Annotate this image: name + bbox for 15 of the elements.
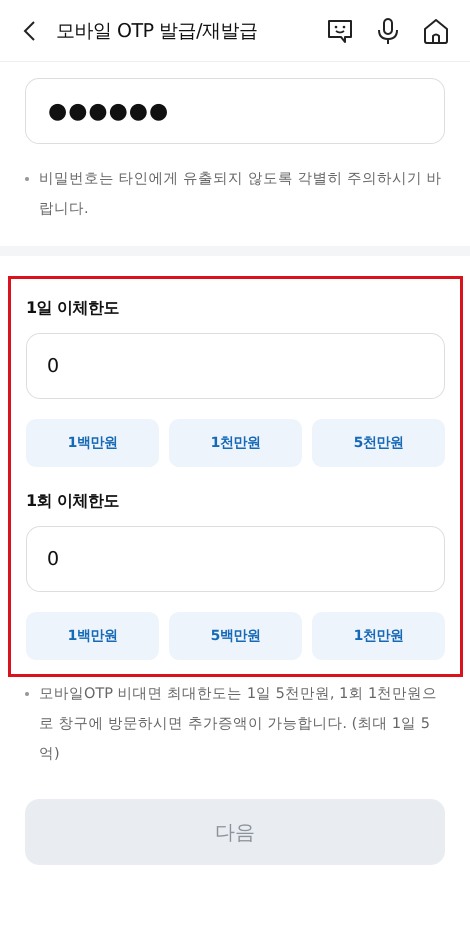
amount-preset-button[interactable]: 1천만원 <box>169 419 302 467</box>
amount-preset-button[interactable]: 1백만원 <box>26 419 159 467</box>
password-note: 비밀번호는 타인에게 유출되지 않도록 각별히 주의하시기 바랍니다. <box>39 170 443 219</box>
home-icon[interactable] <box>422 16 450 44</box>
page-title: 모바일 OTP 발급/재발급 <box>56 18 258 44</box>
field-label: 1일 이체한도 <box>26 298 120 319</box>
amount-preset-button[interactable]: 5천만원 <box>312 419 445 467</box>
field-label: 1회 이체한도 <box>26 491 120 512</box>
amount-field[interactable]: 0 <box>26 333 445 399</box>
limit-note: 모바일OTP 비대면 최대한도는 1일 5천만원, 1회 1천만원으로 창구에 방문하시면 추가증액이 가능합니다. (최대 1일 5억) <box>39 685 438 764</box>
amount-preset-button[interactable]: 5백만원 <box>169 612 302 660</box>
amount-preset-button[interactable]: 1천만원 <box>312 612 445 660</box>
amount-field[interactable]: 0 <box>26 526 445 592</box>
amount-preset-button[interactable]: 1백만원 <box>26 612 159 660</box>
password-field[interactable]: ●●●●●● <box>25 78 445 144</box>
